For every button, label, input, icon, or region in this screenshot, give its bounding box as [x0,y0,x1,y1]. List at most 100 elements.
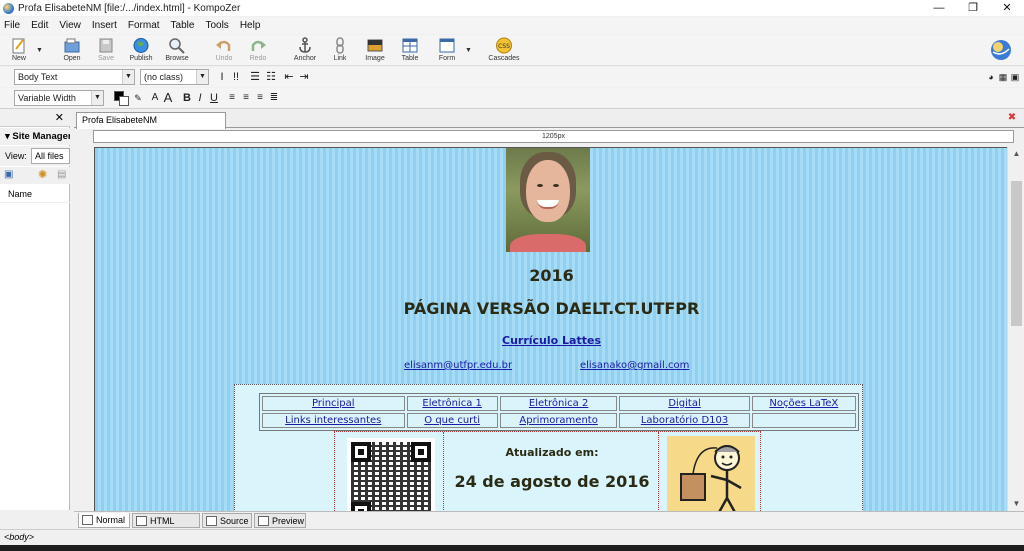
undo-button[interactable]: Undo [207,36,241,65]
form-button[interactable]: Form [430,36,464,65]
positioning-icon[interactable]: ▣ [1010,70,1020,84]
indent-icon[interactable]: ⇥ [297,70,311,84]
justify-icon[interactable]: ≣ [268,91,280,105]
minimize-button[interactable]: — [922,0,956,16]
kompozer-app-icon [3,2,14,14]
open-button[interactable]: Open [55,36,89,65]
scroll-down-icon[interactable]: ▼ [1008,497,1024,511]
close-window-button[interactable]: ✕ [990,0,1024,16]
document-tab-bar: Profa ElisabeteNM ✖ [74,110,1024,129]
menu-insert[interactable]: Insert [92,20,117,31]
align-center-icon[interactable]: ≡ [240,91,252,105]
image-label: Image [365,55,385,62]
bullet-list-icon[interactable]: ☰ [248,70,262,84]
chevron-down-icon: ▼ [122,70,134,84]
site-manager-label: Site Manager [12,131,70,142]
anchor-button[interactable]: Anchor [288,36,322,65]
nav-link-o-que-curti[interactable]: O que curti [406,413,498,428]
tab-profa-elisabetenm[interactable]: Profa ElisabeteNM [76,112,226,129]
underline-icon[interactable]: U [208,91,220,105]
nav-link-laboratorio-d103[interactable]: Laboratório D103 [619,413,750,428]
outdent-icon[interactable]: ⇤ [282,70,296,84]
photo-face [526,160,570,222]
font-select[interactable]: Variable Width ▼ [14,90,104,106]
format-toolbar-2: Variable Width ▼ ✎ A A B I U ≡ ≡ ≡ ≣ [0,88,1024,109]
larger-font-icon[interactable]: A [162,91,174,105]
numbered-list-icon[interactable]: ☷ [264,70,278,84]
vertical-scrollbar[interactable]: ▲ ▼ [1007,147,1024,511]
close-sidebar-icon[interactable]: ✕ [55,111,64,124]
paragraph-style-value: Body Text [18,72,58,82]
tag-breadcrumb-body[interactable]: <body> [4,532,34,542]
class-toggle-icon[interactable]: !! [230,70,242,84]
close-tab-icon[interactable]: ✖ [1006,112,1018,124]
stick-figure-icon [680,445,742,511]
save-button[interactable]: Save [89,36,123,65]
nav-link-nocoes-latex[interactable]: Noções LaTeX [751,396,856,411]
name-column-header[interactable]: Name [0,185,70,203]
maximize-button[interactable]: ❐ [956,0,990,16]
italic-icon[interactable]: I [195,91,205,105]
nav-link-digital[interactable]: Digital [619,396,750,411]
page-canvas[interactable]: 2016 PÁGINA VERSÃO DAELT.CT.UTFPR Curríc… [94,147,1007,511]
email-link-utfpr[interactable]: elisanm@utfpr.edu.br [404,360,512,371]
grid-icon[interactable]: ▦ [998,70,1008,84]
image-button[interactable]: Image [358,36,392,65]
menu-table[interactable]: Table [171,20,195,31]
menu-file[interactable]: File [4,20,20,31]
email-link-gmail[interactable]: elisanako@gmail.com [580,360,689,371]
curriculum-lattes-link: Currículo Lattes [95,334,1007,347]
chevron-down-icon: ▼ [91,91,103,105]
nav-link-links-interessantes[interactable]: Links interessantes [262,413,405,428]
layer-icon[interactable]: ◕ [986,70,996,84]
paragraph-style-select[interactable]: Body Text ▼ [14,69,135,85]
form-dropdown-icon[interactable]: ▼ [465,47,472,54]
table-label: Table [401,55,419,62]
curriculum-lattes-text[interactable]: Currículo Lattes [502,334,601,347]
update-info-table: Atualizado em: 24 de agosto de 2016 [334,431,761,511]
nav-link-eletronica-2[interactable]: Eletrônica 2 [499,396,618,411]
qr-code-image[interactable] [347,438,435,511]
new-button[interactable]: New [2,36,36,65]
profile-photo[interactable] [506,148,590,252]
class-select[interactable]: (no class) ▼ [140,69,209,85]
tab-preview[interactable]: Preview [254,513,306,528]
refresh-icon[interactable]: ✺ [38,168,47,181]
navigation-table: Principal Eletrônica 1 Eletrônica 2 Digi… [259,393,859,431]
cartoon-image[interactable] [667,436,755,511]
svg-text:CSS: CSS [498,43,510,50]
redo-button[interactable]: Redo [241,36,275,65]
tab-html-tags[interactable]: HTML Tags [132,513,200,540]
menu-tools[interactable]: Tools [205,20,228,31]
align-left-icon[interactable]: ≡ [226,91,238,105]
nav-link-principal[interactable]: Principal [262,396,405,411]
browse-button[interactable]: Browse [160,36,194,65]
nav-link-eletronica-1[interactable]: Eletrônica 1 [406,396,498,411]
background-color-swatch[interactable] [119,96,129,106]
align-right-icon[interactable]: ≡ [254,91,266,105]
menu-format[interactable]: Format [128,20,160,31]
menu-help[interactable]: Help [240,20,261,31]
menu-edit[interactable]: Edit [31,20,48,31]
scroll-up-icon[interactable]: ▲ [1008,147,1024,161]
menu-view[interactable]: View [59,20,81,31]
smaller-font-icon[interactable]: A [149,91,161,105]
new-folder-icon[interactable]: ▤ [57,169,66,180]
scrollbar-thumb[interactable] [1011,181,1022,326]
table-button[interactable]: Table [393,36,427,65]
title-bar: Profa ElisabeteNM [file:/.../index.html]… [0,0,1024,16]
link-button[interactable]: Link [323,36,357,65]
highlight-icon[interactable]: ✎ [132,91,144,105]
cascades-button[interactable]: CSS Cascades [487,36,521,65]
nav-link-aprimoramento[interactable]: Aprimoramento [499,413,618,428]
tab-source[interactable]: Source [202,513,252,528]
id-icon[interactable]: I [217,70,227,84]
site-manager-title[interactable]: ▾ Site Manager [0,128,70,145]
bold-icon[interactable]: B [181,91,193,105]
new-dropdown-icon[interactable]: ▼ [36,47,43,54]
edit-sites-icon[interactable]: ▣ [4,169,13,180]
view-select[interactable]: All files [31,148,70,164]
publish-button[interactable]: Publish [124,36,158,65]
updated-date: 24 de agosto de 2016 [454,472,650,491]
tab-normal[interactable]: Normal [78,513,130,528]
